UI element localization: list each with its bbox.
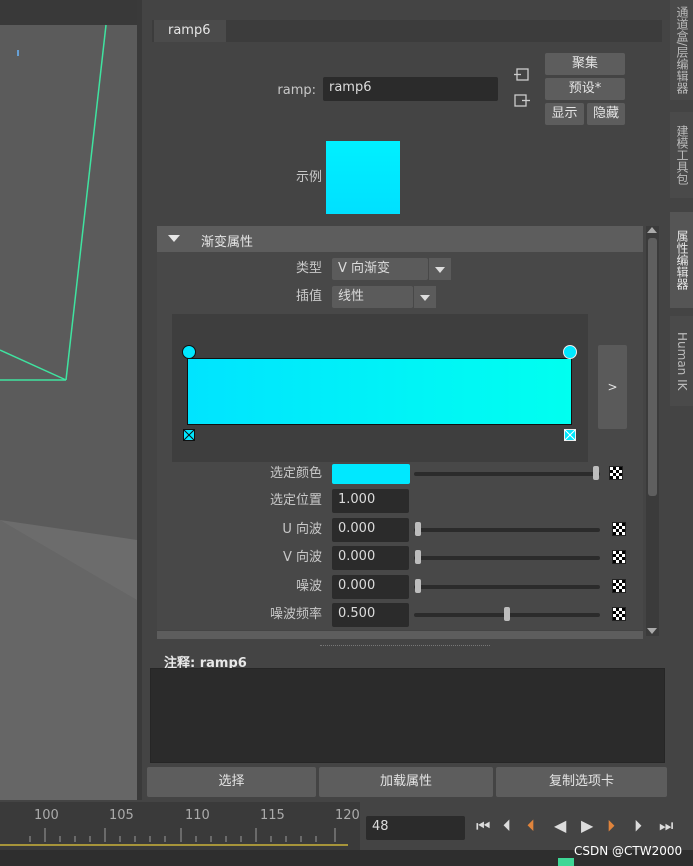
v-wave-slider-handle[interactable] (415, 550, 421, 564)
input-connection-icon[interactable] (513, 66, 531, 84)
tick-label: 100 (34, 808, 59, 823)
tick-label: 105 (109, 808, 134, 823)
status-indicator (558, 858, 574, 866)
presets-button[interactable]: 预设* (545, 78, 625, 100)
next-section-header[interactable] (157, 631, 643, 639)
noise-freq-slider-handle[interactable] (504, 607, 510, 621)
step-back-key-icon[interactable]: ⏴ (503, 816, 511, 836)
go-to-start-icon[interactable]: ⏮ (476, 816, 490, 836)
node-tab-bar (152, 20, 662, 42)
u-wave-slider[interactable] (414, 528, 600, 532)
side-tab-modeling-toolkit[interactable]: 建模工具包 (670, 112, 693, 198)
selected-color-slider[interactable] (414, 472, 600, 476)
map-texture-icon[interactable] (609, 466, 623, 480)
type-dropdown-arrow-icon[interactable] (429, 258, 451, 280)
scroll-down-icon[interactable] (647, 628, 657, 634)
side-tab-attribute-editor[interactable]: 属性编辑器 (670, 212, 693, 308)
u-wave-field[interactable]: 0.000 (332, 518, 409, 542)
tick-label: 110 (185, 808, 210, 823)
go-to-end-icon[interactable]: ⏭ (659, 816, 673, 836)
ramp-label: ramp: (277, 83, 316, 98)
ramp-name-field[interactable]: ramp6 (323, 77, 498, 101)
u-wave-slider-handle[interactable] (415, 522, 421, 536)
type-dropdown[interactable]: V 向渐变 (332, 258, 428, 280)
ramp-gradient-bar[interactable] (187, 358, 572, 425)
interp-dropdown-arrow-icon[interactable] (414, 286, 436, 308)
v-wave-slider[interactable] (414, 556, 600, 560)
v-wave-label: V 向波 (282, 550, 322, 565)
sample-swatch (326, 141, 400, 214)
notes-textarea[interactable] (150, 668, 665, 763)
side-tab-channel-box[interactable]: 通道盒/层编辑器 (670, 0, 693, 100)
selected-position-label: 选定位置 (269, 493, 322, 508)
selected-position-field[interactable]: 1.000 (332, 489, 409, 513)
noise-freq-label: 噪波频率 (269, 607, 322, 622)
tick-label: 115 (260, 808, 285, 823)
ramp-handle-top-left[interactable] (182, 345, 196, 359)
tab-ramp6[interactable]: ramp6 (154, 20, 226, 42)
v-wave-map-icon[interactable] (612, 550, 626, 564)
side-tab-human-ik[interactable]: Human IK (670, 316, 693, 406)
interp-dropdown[interactable]: 线性 (332, 286, 413, 308)
selected-color-swatch[interactable] (332, 464, 410, 484)
output-connection-icon[interactable] (513, 92, 531, 110)
viewport-3d[interactable] (0, 0, 137, 800)
collapse-arrow-icon[interactable] (168, 235, 180, 242)
scroll-up-icon[interactable] (647, 227, 657, 233)
load-attributes-button[interactable]: 加载属性 (319, 767, 493, 797)
current-frame-field[interactable]: 48 (366, 816, 465, 840)
noise-slider[interactable] (414, 585, 600, 589)
noise-map-icon[interactable] (612, 579, 626, 593)
u-wave-map-icon[interactable] (612, 522, 626, 536)
noise-field[interactable]: 0.000 (332, 575, 409, 599)
hide-button[interactable]: 隐藏 (587, 103, 625, 125)
timeline-ticks (0, 828, 348, 846)
type-label: 类型 (295, 261, 322, 276)
copy-tab-button[interactable]: 复制选项卡 (496, 767, 667, 797)
noise-label: 噪波 (295, 579, 322, 594)
show-button[interactable]: 显示 (545, 103, 584, 125)
next-key-icon[interactable]: ⏵ (607, 816, 615, 836)
ramp-delete-handle-right-icon[interactable] (564, 429, 576, 441)
u-wave-label: U 向波 (282, 522, 322, 537)
play-forward-icon[interactable]: ▶ (581, 816, 593, 835)
viewport-geometry (0, 24, 137, 800)
tick-label: 120 (335, 808, 360, 823)
interp-label: 插值 (295, 289, 322, 304)
section-title: 渐变属性 (201, 235, 254, 250)
noise-freq-map-icon[interactable] (612, 607, 626, 621)
splitter-handle[interactable] (320, 645, 490, 647)
section-header[interactable]: 渐变属性 (157, 226, 643, 252)
step-back-frame-icon[interactable]: ◀ (554, 816, 566, 835)
select-button[interactable]: 选择 (147, 767, 316, 797)
step-forward-frame-icon[interactable]: ⏵ (634, 816, 642, 836)
sample-label: 示例 (295, 170, 322, 185)
noise-freq-field[interactable]: 0.500 (332, 603, 409, 627)
prev-key-icon[interactable]: ⏴ (527, 816, 535, 836)
watermark: CSDN @CTW2000 (574, 844, 683, 858)
noise-slider-handle[interactable] (415, 579, 421, 593)
selected-color-slider-handle[interactable] (593, 466, 599, 480)
focus-button[interactable]: 聚集 (545, 53, 625, 75)
scrollbar-thumb[interactable] (648, 238, 657, 496)
ramp-handle-top-right[interactable] (563, 345, 577, 359)
v-wave-field[interactable]: 0.000 (332, 546, 409, 570)
ramp-delete-handle-left-icon[interactable] (183, 429, 195, 441)
selected-color-label: 选定颜色 (269, 466, 322, 481)
ramp-expand-button[interactable]: > (598, 345, 627, 429)
